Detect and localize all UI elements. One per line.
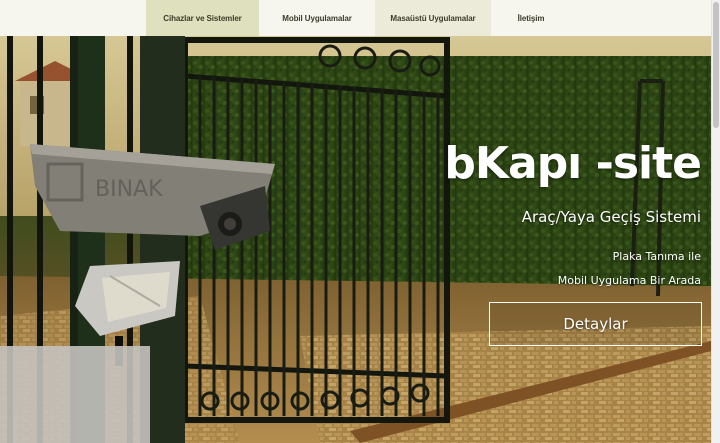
vertical-scrollbar[interactable]	[711, 0, 720, 443]
nav-item-contact[interactable]: İletişim	[491, 0, 571, 36]
hero-banner: BINAK bKapı -site Araç/Yaya Geçiş Sistem…	[0, 36, 711, 443]
nav-item-devices-systems[interactable]: Cihazlar ve Sistemler	[146, 0, 259, 36]
hero-title: bKapı -site	[444, 138, 702, 189]
scrollbar-thumb[interactable]	[713, 2, 719, 128]
top-navigation-bar: Cihazlar ve Sistemler Mobil Uygulamalar …	[0, 0, 720, 36]
hero-feature-line-1: Plaka Tanıma ile	[612, 250, 701, 263]
nav-item-desktop-apps[interactable]: Masaüstü Uygulamalar	[375, 0, 491, 36]
nav-item-mobile-apps[interactable]: Mobil Uygulamalar	[259, 0, 375, 36]
hero-background-image: BINAK	[0, 36, 711, 443]
main-menu: Cihazlar ve Sistemler Mobil Uygulamalar …	[146, 0, 571, 36]
hero-subtitle: Araç/Yaya Geçiş Sistemi	[521, 208, 701, 226]
details-button[interactable]: Detaylar	[489, 302, 702, 346]
hero-feature-line-2: Mobil Uygulama Bir Arada	[557, 274, 701, 287]
